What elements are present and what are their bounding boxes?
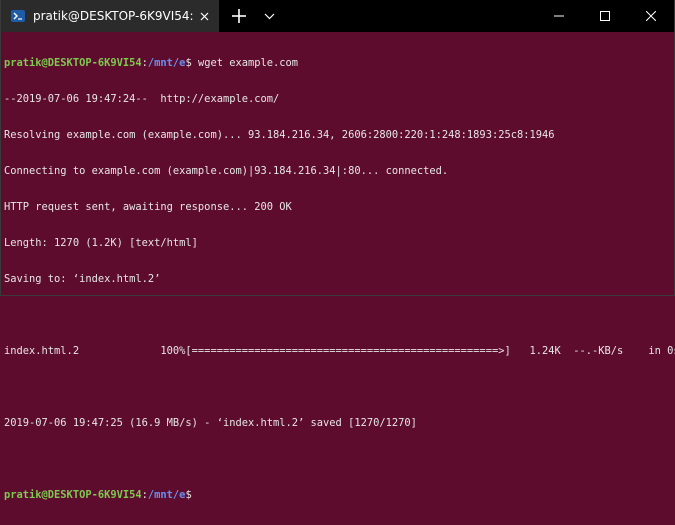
output-line: HTTP request sent, awaiting response... … [4, 201, 292, 213]
minimize-icon [554, 15, 564, 17]
output-line: Length: 1270 (1.2K) [text/html] [4, 237, 198, 249]
progress-line: index.html.2 100%[======================… [4, 345, 675, 357]
prompt-dollar: $ [185, 57, 198, 69]
prompt-user: pratik@DESKTOP-6K9VI54 [4, 57, 142, 69]
output-line: Saving to: ‘index.html.2’ [4, 273, 161, 285]
chevron-down-icon [264, 13, 274, 19]
new-tab-button[interactable] [221, 0, 257, 32]
prompt-dollar: $ [185, 489, 198, 501]
terminal-window: pratik@DESKTOP-6K9VI54: /mnt/e [0, 0, 675, 501]
prompt-path: /mnt/e [147, 489, 186, 501]
tab-terminal[interactable]: pratik@DESKTOP-6K9VI54: /mnt/e [1, 0, 219, 32]
plus-icon [232, 9, 246, 23]
tab-close-icon[interactable] [197, 6, 213, 26]
title-bar[interactable]: pratik@DESKTOP-6K9VI54: /mnt/e [1, 0, 674, 32]
output-line: Resolving example.com (example.com)... 9… [4, 129, 555, 141]
output-line: Connecting to example.com (example.com)|… [4, 165, 449, 177]
prompt-user: pratik@DESKTOP-6K9VI54 [4, 489, 142, 501]
output-line: 2019-07-06 19:47:25 (16.9 MB/s) - ‘index… [4, 417, 417, 429]
maximize-button[interactable] [582, 0, 628, 32]
maximize-icon [600, 11, 610, 21]
close-icon [646, 11, 656, 21]
terminal-output[interactable]: pratik@DESKTOP-6K9VI54:/mnt/e$ wget exam… [1, 32, 675, 525]
minimize-button[interactable] [536, 0, 582, 32]
tab-title: pratik@DESKTOP-6K9VI54: /mnt/e [33, 9, 197, 23]
powershell-icon [11, 10, 25, 22]
drag-region[interactable] [281, 0, 536, 32]
output-line: --2019-07-06 19:47:24-- http://example.c… [4, 93, 280, 105]
command-text: wget example.com [197, 57, 299, 69]
prompt-path: /mnt/e [147, 57, 186, 69]
close-button[interactable] [628, 0, 674, 32]
prompt-line: pratik@DESKTOP-6K9VI54:/mnt/e$ wget exam… [4, 57, 674, 69]
prompt-line: pratik@DESKTOP-6K9VI54:/mnt/e$ [4, 489, 674, 501]
tab-dropdown-button[interactable] [257, 0, 281, 32]
